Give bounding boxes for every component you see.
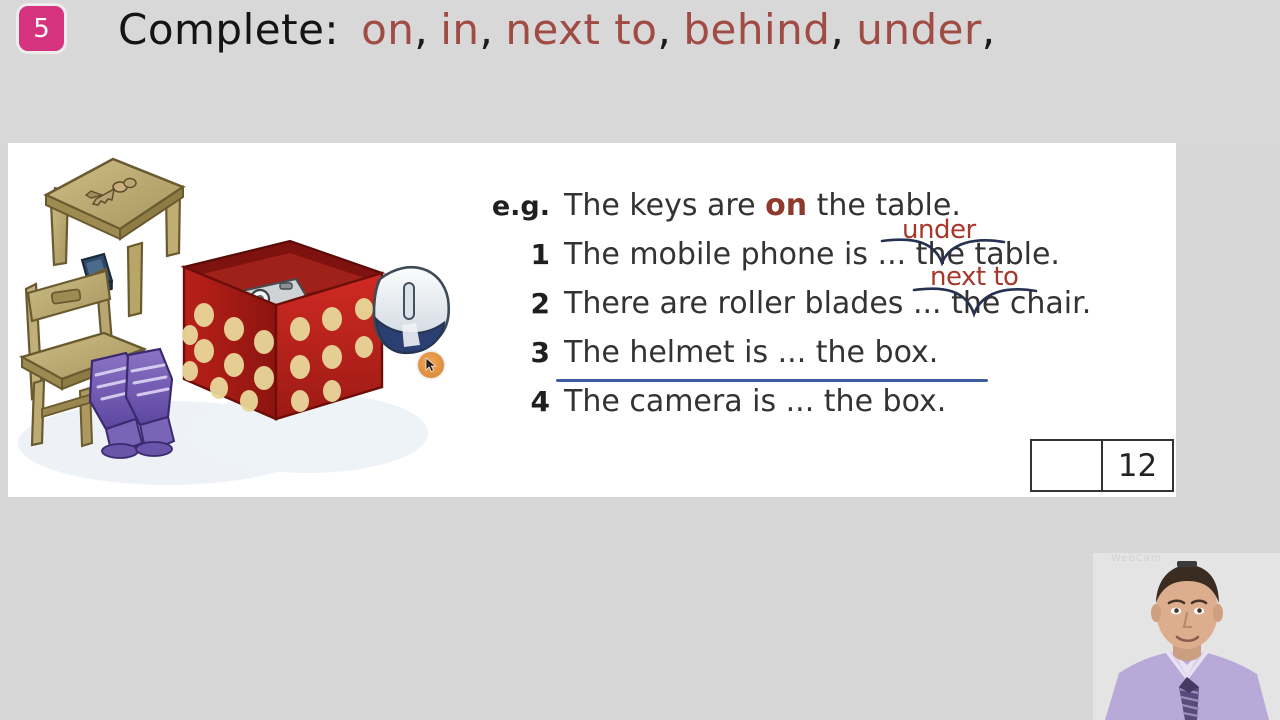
worksheet-panel: e.g. The keys are on the table. 1 The mo… xyxy=(8,143,1176,497)
pointer-arrow-icon xyxy=(418,352,444,378)
exercise-number-label: 5 xyxy=(33,13,50,44)
exercise-row-4: 4 The camera is ... the box. xyxy=(478,384,1178,433)
exercise-number-badge: 5 xyxy=(19,6,64,51)
screen: 5 Complete: on, in, next to, behind, und… xyxy=(0,0,1280,720)
webcam-overlay[interactable]: WebCam xyxy=(1093,553,1280,720)
word-bank-item-on: on xyxy=(361,4,415,54)
exercise-text-3: The helmet is ... the box. xyxy=(564,335,939,370)
word-bank-item-behind: behind xyxy=(683,4,831,54)
score-box: 12 xyxy=(1030,439,1174,492)
helmet-illustration xyxy=(372,265,451,355)
word-bank-item-under: under xyxy=(856,4,982,54)
exercise-number-1: 1 xyxy=(530,238,550,271)
exercise-number-4: 4 xyxy=(530,385,550,418)
exercise-example-text: The keys are on the table. xyxy=(564,188,961,223)
exercise-row-1: 1 The mobile phone is ... the table. und… xyxy=(478,215,1178,286)
exercise-list: e.g. The keys are on the table. 1 The mo… xyxy=(478,188,1178,433)
example-text-after: the table. xyxy=(807,188,961,223)
example-text-before: The keys are xyxy=(564,188,766,223)
word-bank-separator-4: , xyxy=(981,4,996,54)
exercise-example-row: e.g. The keys are on the table. xyxy=(478,188,1178,237)
word-bank-separator-3: , xyxy=(830,4,845,54)
exercise-number-3: 3 xyxy=(530,336,550,369)
word-bank-item-next-to: next to xyxy=(505,4,658,54)
example-answer: on xyxy=(765,188,808,223)
word-bank-separator-2: , xyxy=(657,4,672,54)
instruction-line: Complete: on, in, next to, behind, under… xyxy=(118,0,1008,62)
exercise-number-2: 2 xyxy=(530,287,550,320)
exercise-marker-eg: e.g. xyxy=(491,191,550,222)
annotation-underline-3 xyxy=(556,379,988,382)
exercise-text-4: The camera is ... the box. xyxy=(564,384,947,419)
exercise-text-2: There are roller blades ... the chair. xyxy=(564,286,1092,321)
exercise-row-3: 3 The helmet is ... the box. xyxy=(478,335,1178,384)
score-total-cell: 12 xyxy=(1117,447,1158,484)
score-blank-cell[interactable] xyxy=(1032,441,1103,490)
word-bank-separator-1: , xyxy=(479,4,494,54)
header-bar: 5 Complete: on, in, next to, behind, und… xyxy=(0,0,1280,143)
exercise-text-1: The mobile phone is ... the table. xyxy=(564,237,1060,272)
word-bank-item-in: in xyxy=(440,4,480,54)
instruction-label: Complete: xyxy=(118,4,340,54)
exercise-row-2: 2 There are roller blades ... the chair.… xyxy=(478,262,1178,335)
word-bank-separator-0: , xyxy=(414,4,429,54)
webcam-watermark: WebCam xyxy=(1111,553,1162,564)
red-box-illustration xyxy=(180,239,386,421)
worksheet-illustration xyxy=(8,143,458,497)
